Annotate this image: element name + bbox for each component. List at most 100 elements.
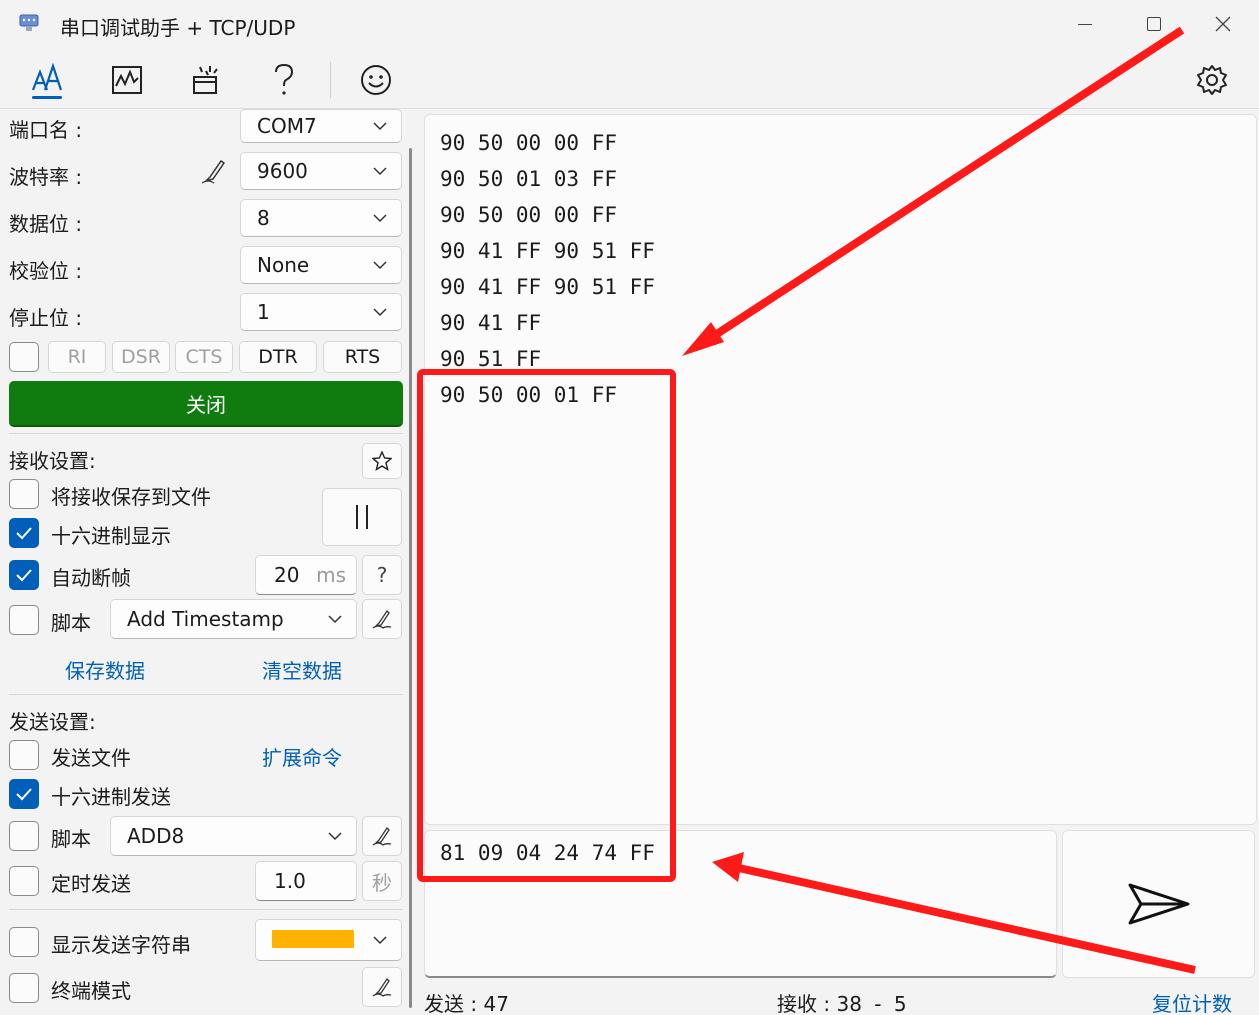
tab-waveform[interactable] — [101, 56, 153, 104]
section-divider — [9, 433, 403, 434]
frame-help-button[interactable]: ? — [362, 555, 402, 595]
signature-icon — [372, 977, 392, 997]
left-panel-scrollbar[interactable] — [409, 148, 412, 1008]
tab-tools[interactable] — [180, 56, 232, 104]
signature-icon — [372, 609, 392, 629]
close-icon — [1215, 16, 1231, 32]
recv-extra-value: 5 — [893, 992, 907, 1015]
save-to-file-checkbox[interactable] — [9, 479, 39, 509]
timed-interval-value: 1.0 — [274, 869, 306, 893]
auto-frame-checkbox[interactable] — [9, 560, 39, 590]
star-icon — [372, 451, 392, 471]
rx-line: 90 50 00 00 FF — [440, 203, 618, 227]
toolbar — [0, 52, 1259, 108]
show-send-string-label: 显示发送字符串 — [51, 933, 191, 957]
sent-label: 发送 : — [424, 992, 478, 1015]
rx-line: 90 50 00 01 FF — [440, 383, 618, 407]
recv-value: 38 — [836, 992, 862, 1015]
reset-count-link[interactable]: 复位计数 — [1152, 988, 1232, 1015]
question-icon — [275, 63, 294, 95]
pins-checkbox[interactable] — [9, 342, 39, 372]
chevron-down-icon — [328, 832, 342, 841]
recv-separator: - — [874, 992, 882, 1015]
magic-wand-icon — [193, 66, 218, 94]
gear-icon — [1197, 65, 1227, 95]
pause-button[interactable] — [322, 488, 402, 546]
settings-button[interactable] — [1186, 56, 1238, 104]
check-icon — [16, 788, 32, 801]
stopbits-select[interactable]: 1 — [240, 293, 402, 331]
section-divider — [9, 909, 403, 910]
active-tab-indicator — [32, 96, 62, 99]
clear-data-link[interactable]: 清空数据 — [262, 655, 342, 684]
stopbits-label: 停止位 : — [9, 306, 83, 330]
baud-value: 9600 — [257, 159, 308, 183]
tx-script-select[interactable]: ADD8 — [110, 816, 357, 856]
databits-label: 数据位 : — [9, 212, 83, 236]
minimize-button[interactable] — [1062, 8, 1108, 40]
color-swatch — [272, 930, 354, 948]
close-window-button[interactable] — [1200, 8, 1246, 40]
parity-value: None — [257, 253, 310, 277]
pin-rts-button[interactable]: RTS — [323, 341, 402, 373]
section-divider — [9, 694, 403, 695]
save-to-file-label: 将接收保存到文件 — [51, 485, 211, 509]
pin-cts-button[interactable]: CTS — [175, 341, 233, 373]
tx-script-edit-button[interactable] — [362, 816, 402, 856]
pin-ri-button[interactable]: RI — [48, 341, 106, 373]
chevron-down-icon — [373, 261, 387, 270]
signature-icon — [372, 826, 392, 846]
maximize-button[interactable] — [1131, 8, 1177, 40]
received-count-label: 接收 : 38 - 5 — [777, 988, 907, 1015]
rx-line: 90 41 FF 90 51 FF — [440, 239, 655, 263]
pin-dsr-button[interactable]: DSR — [112, 341, 170, 373]
chevron-down-icon — [373, 214, 387, 223]
window-title: 串口调试助手 + TCP/UDP — [60, 16, 296, 40]
font-size-icon — [31, 62, 63, 91]
close-port-button[interactable]: 关闭 — [9, 381, 403, 427]
check-icon — [16, 569, 32, 582]
rx-script-select[interactable]: Add Timestamp — [110, 599, 357, 639]
tab-about[interactable] — [350, 56, 402, 104]
hex-send-checkbox[interactable] — [9, 779, 39, 809]
smiley-icon — [361, 65, 391, 95]
extended-commands-link[interactable]: 扩展命令 — [262, 742, 342, 771]
terminal-mode-checkbox[interactable] — [9, 973, 39, 1003]
tx-script-value: ADD8 — [127, 824, 185, 848]
recv-label: 接收 : — [777, 992, 831, 1015]
rx-script-edit-button[interactable] — [362, 599, 402, 639]
tx-script-checkbox[interactable] — [9, 821, 39, 851]
favorite-button[interactable] — [362, 443, 402, 479]
frame-timeout-input[interactable]: 20 ms — [255, 555, 357, 595]
baud-edit-button[interactable] — [200, 157, 228, 185]
databits-select[interactable]: 8 — [240, 199, 402, 237]
rx-script-label: 脚本 — [51, 611, 91, 635]
port-value: COM7 — [257, 114, 317, 138]
tx-text: 81 09 04 24 74 FF — [440, 841, 655, 865]
hex-display-checkbox[interactable] — [9, 518, 39, 548]
port-select[interactable]: COM7 — [240, 109, 402, 143]
check-icon — [16, 527, 32, 540]
frame-timeout-unit: ms — [316, 563, 346, 587]
chevron-down-icon — [373, 308, 387, 317]
send-file-checkbox[interactable] — [9, 740, 39, 770]
save-data-link[interactable]: 保存数据 — [65, 655, 145, 684]
rx-script-checkbox[interactable] — [9, 605, 39, 635]
rx-line: 90 51 FF — [440, 347, 542, 371]
chevron-down-icon — [373, 122, 387, 131]
timed-interval-input[interactable]: 1.0 — [255, 861, 357, 901]
tab-help[interactable] — [258, 56, 310, 104]
timed-send-checkbox[interactable] — [9, 866, 39, 896]
hex-send-label: 十六进制发送 — [51, 785, 171, 809]
send-settings-label: 发送设置: — [9, 710, 96, 734]
baud-select[interactable]: 9600 — [240, 152, 402, 190]
pin-dtr-button[interactable]: DTR — [239, 341, 317, 373]
sent-count-label: 发送 : 47 — [424, 988, 509, 1015]
parity-select[interactable]: None — [240, 246, 402, 284]
chevron-down-icon — [373, 167, 387, 176]
send-button[interactable] — [1062, 830, 1255, 978]
timed-unit-button[interactable]: 秒 — [362, 861, 402, 901]
pause-icon — [356, 505, 368, 529]
terminal-edit-button[interactable] — [362, 967, 402, 1007]
show-send-string-checkbox[interactable] — [9, 927, 39, 957]
